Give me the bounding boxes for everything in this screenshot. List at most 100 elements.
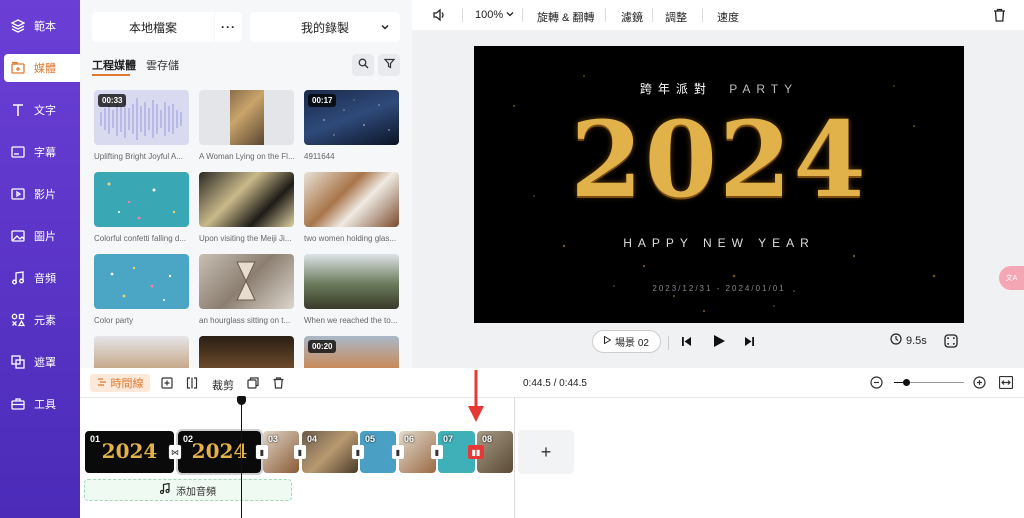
nav-label: 文字 (34, 105, 56, 117)
transition-button[interactable]: ▮ (352, 445, 364, 459)
scene-selector[interactable]: 場景 02 (592, 330, 661, 353)
nav-label: 音頻 (34, 273, 56, 285)
more-options-button[interactable]: ··· (215, 12, 242, 42)
fullscreen-icon[interactable] (944, 334, 958, 351)
nav-item-elements[interactable]: 元素 (4, 306, 76, 334)
add-frame-icon[interactable] (161, 377, 173, 392)
image-icon (10, 228, 26, 244)
delete-icon[interactable] (273, 377, 284, 392)
skip-back-icon[interactable] (681, 336, 692, 350)
timeline-clip[interactable]: 01 2024 (85, 431, 174, 473)
annotation-arrow-icon (468, 370, 484, 422)
nav-item-video[interactable]: 影片 (4, 180, 76, 208)
add-clip-button[interactable]: + (518, 430, 574, 474)
transition-button[interactable]: ▮ (392, 445, 404, 459)
media-thumb-group[interactable] (304, 254, 399, 309)
preview-toolbar: 100% 旋轉 & 翻轉 濾鏡 調整 速度 (412, 0, 1024, 30)
timeline-end-marker (514, 398, 515, 518)
clip-number: 06 (404, 434, 415, 444)
timeline-clip-selected[interactable]: 02 2024 (176, 429, 263, 475)
media-thumb-sunset[interactable]: 00:20 (304, 336, 399, 368)
filter-icon (383, 58, 395, 72)
zoom-dropdown[interactable]: 100% (475, 9, 514, 21)
nav-item-template[interactable]: 範本 (4, 12, 76, 40)
playhead-line (241, 400, 242, 518)
media-thumb-audio[interactable]: 00:33 (94, 90, 189, 145)
video-canvas[interactable]: 跨年派對 PARTY 2024 HAPPY NEW YEAR 2023/12/3… (474, 46, 964, 323)
nav-item-tools[interactable]: 工具 (4, 390, 76, 418)
nav-item-mask[interactable]: 遮罩 (4, 348, 76, 376)
search-button[interactable] (352, 54, 374, 76)
transition-button[interactable]: ⋈ (169, 445, 181, 459)
nav-item-text[interactable]: 文字 (4, 96, 76, 124)
translate-badge[interactable]: 文A (999, 266, 1024, 290)
clip-year: 2024 (101, 439, 158, 463)
scene-label: 場景 02 (615, 338, 649, 349)
media-thumb-party[interactable] (304, 172, 399, 227)
duration-badge: 00:33 (98, 94, 127, 107)
timeline-button[interactable]: 時間線 (90, 374, 150, 392)
timeline-label: 時間線 (110, 378, 144, 390)
transition-button-highlighted[interactable]: ▮▮ (468, 445, 484, 459)
local-files-button[interactable]: 本地檔案 (92, 12, 214, 42)
duration-badge: 00:20 (308, 340, 337, 353)
skip-forward-icon[interactable] (744, 336, 755, 350)
zoom-slider-handle[interactable] (903, 379, 910, 386)
volume-icon[interactable] (432, 8, 446, 25)
filter-tab-button[interactable]: 濾鏡 (621, 9, 643, 25)
timeline-clip[interactable]: 04 (302, 431, 358, 473)
transition-button[interactable]: ▮ (256, 445, 268, 459)
media-thumb-dark[interactable] (199, 336, 294, 368)
divider (522, 8, 523, 22)
clock-icon (890, 333, 902, 348)
nav-item-audio[interactable]: 音頻 (4, 264, 76, 292)
crop-button[interactable]: 裁剪 (212, 377, 234, 393)
canvas-year: 2024 (570, 98, 868, 221)
fit-timeline-icon[interactable] (998, 375, 1014, 392)
filter-button[interactable] (378, 54, 400, 76)
transition-icon: ⋈ (171, 447, 179, 457)
speed-button[interactable]: 速度 (717, 9, 739, 25)
adjust-button[interactable]: 調整 (665, 9, 687, 25)
transition-button[interactable]: ▮ (431, 445, 443, 459)
media-thumb-confetti[interactable] (94, 172, 189, 227)
nav-item-image[interactable]: 圖片 (4, 222, 76, 250)
divider (652, 8, 653, 22)
rotate-flip-button[interactable]: 旋轉 & 翻轉 (537, 9, 594, 25)
clip-number: 05 (365, 434, 376, 444)
timeline-icon (97, 377, 107, 390)
trash-icon[interactable] (993, 8, 1006, 25)
confetti-image (110, 266, 172, 301)
duration-label: 9.5s (906, 334, 927, 347)
split-icon[interactable] (186, 377, 198, 392)
add-audio-button[interactable]: 添加音頻 (84, 479, 292, 501)
media-thumb-stars[interactable]: 00:17 (304, 90, 399, 145)
nav-label: 工具 (34, 399, 56, 411)
media-thumb-plaques[interactable] (199, 172, 294, 227)
canvas-title-line: 跨年派對 PARTY (474, 80, 964, 97)
transition-button[interactable]: ▮ (294, 445, 306, 459)
clip-number: 08 (482, 434, 493, 444)
playhead-handle[interactable] (237, 396, 246, 405)
media-thumb-person[interactable] (94, 336, 189, 368)
transition-icon: ▮ (297, 447, 303, 457)
zoom-in-icon[interactable] (973, 376, 986, 392)
clip-number: 07 (443, 434, 454, 444)
timeline-clip[interactable]: 05 (360, 431, 396, 473)
media-thumb-color-party[interactable] (94, 254, 189, 309)
my-recordings-dropdown[interactable]: 我的錄製 (250, 12, 400, 42)
duplicate-icon[interactable] (247, 377, 259, 392)
hourglass-image (236, 261, 256, 301)
video-icon (10, 186, 26, 202)
zoom-out-icon[interactable] (870, 376, 883, 392)
divider (605, 8, 606, 22)
media-thumb-photo[interactable] (199, 90, 294, 145)
nav-item-media[interactable]: 媒體 (4, 54, 80, 82)
nav-item-subtitle[interactable]: 字幕 (4, 138, 76, 166)
canvas-line1: 跨年派對 (639, 82, 712, 96)
tab-cloud-storage[interactable]: 雲存儲 (146, 57, 179, 73)
nav-label: 圖片 (34, 231, 56, 243)
tab-project-media[interactable]: 工程媒體 (92, 57, 136, 73)
media-thumb-hourglass[interactable] (199, 254, 294, 309)
play-icon[interactable] (713, 334, 726, 351)
